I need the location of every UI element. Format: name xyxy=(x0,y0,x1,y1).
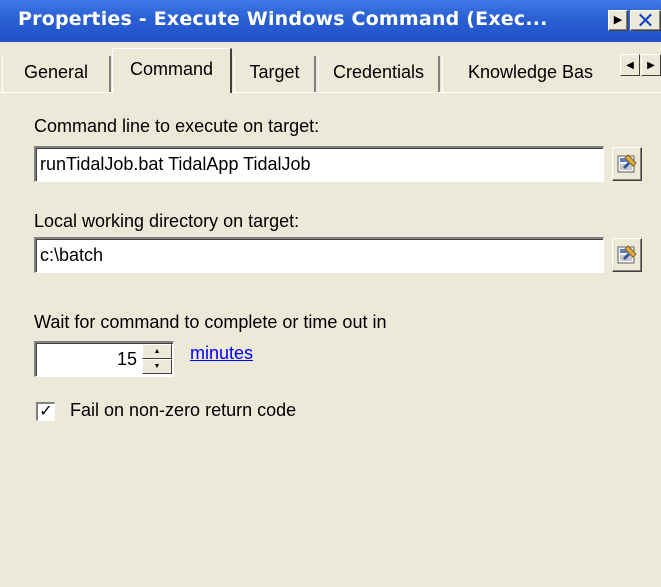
spin-up-button[interactable]: ▲ xyxy=(142,344,172,359)
command-line-label: Command line to execute on target: xyxy=(34,116,320,136)
tab-label: Knowledge Bas xyxy=(467,62,594,82)
tab-knowledge-base[interactable]: Knowledge Bas xyxy=(442,56,618,92)
browse-picker-icon xyxy=(617,245,637,264)
tab-label: General xyxy=(23,62,89,82)
arrow-up-icon: ▲ xyxy=(153,348,161,355)
checkmark-icon: ✓ xyxy=(39,403,53,420)
properties-window: Properties - Execute Windows Command (Ex… xyxy=(0,0,661,587)
tab-strip: General Command Target Credentials Knowl… xyxy=(0,42,661,93)
title-bar: Properties - Execute Windows Command (Ex… xyxy=(0,0,661,42)
tab-command[interactable]: Command xyxy=(112,48,232,93)
working-directory-input[interactable]: c:\batch xyxy=(34,237,604,273)
wait-timeout-label: Wait for command to complete or time out… xyxy=(34,312,387,332)
timeout-value[interactable]: 15 xyxy=(117,349,137,370)
triangle-right-icon: ▶ xyxy=(613,14,623,26)
close-icon: ✕ xyxy=(636,7,655,33)
triangle-right-icon: ▶ xyxy=(647,59,655,71)
timeout-spinner[interactable]: 15 ▲ ▼ xyxy=(34,341,174,377)
fail-nonzero-label: Fail on non-zero return code xyxy=(70,400,297,420)
tab-target[interactable]: Target xyxy=(234,56,316,92)
triangle-left-icon: ◀ xyxy=(626,59,634,71)
working-directory-label: Local working directory on target: xyxy=(34,211,300,231)
fail-nonzero-checkbox[interactable]: ✓ xyxy=(36,402,55,421)
tab-scroll-right-button[interactable]: ▶ xyxy=(641,54,661,76)
arrow-down-icon: ▼ xyxy=(153,363,161,370)
tab-scroll-left-button[interactable]: ◀ xyxy=(620,54,640,76)
timeout-unit-link[interactable]: minutes xyxy=(190,343,253,364)
close-button[interactable]: ✕ xyxy=(630,7,661,33)
directory-browse-button[interactable] xyxy=(612,238,642,272)
command-browse-button[interactable] xyxy=(612,147,642,181)
expand-button[interactable]: ▶ xyxy=(608,10,628,31)
tab-credentials[interactable]: Credentials xyxy=(318,56,440,92)
spin-down-button[interactable]: ▼ xyxy=(142,359,172,374)
tab-label: Command xyxy=(129,59,214,79)
spinner-buttons: ▲ ▼ xyxy=(142,344,172,374)
tab-label: Target xyxy=(249,62,300,82)
command-line-input[interactable]: runTidalJob.bat TidalApp TidalJob xyxy=(34,146,604,182)
browse-picker-icon xyxy=(617,154,637,173)
tab-label: Credentials xyxy=(332,62,425,82)
tab-general[interactable]: General xyxy=(2,56,111,92)
window-title: Properties - Execute Windows Command (Ex… xyxy=(18,8,548,30)
